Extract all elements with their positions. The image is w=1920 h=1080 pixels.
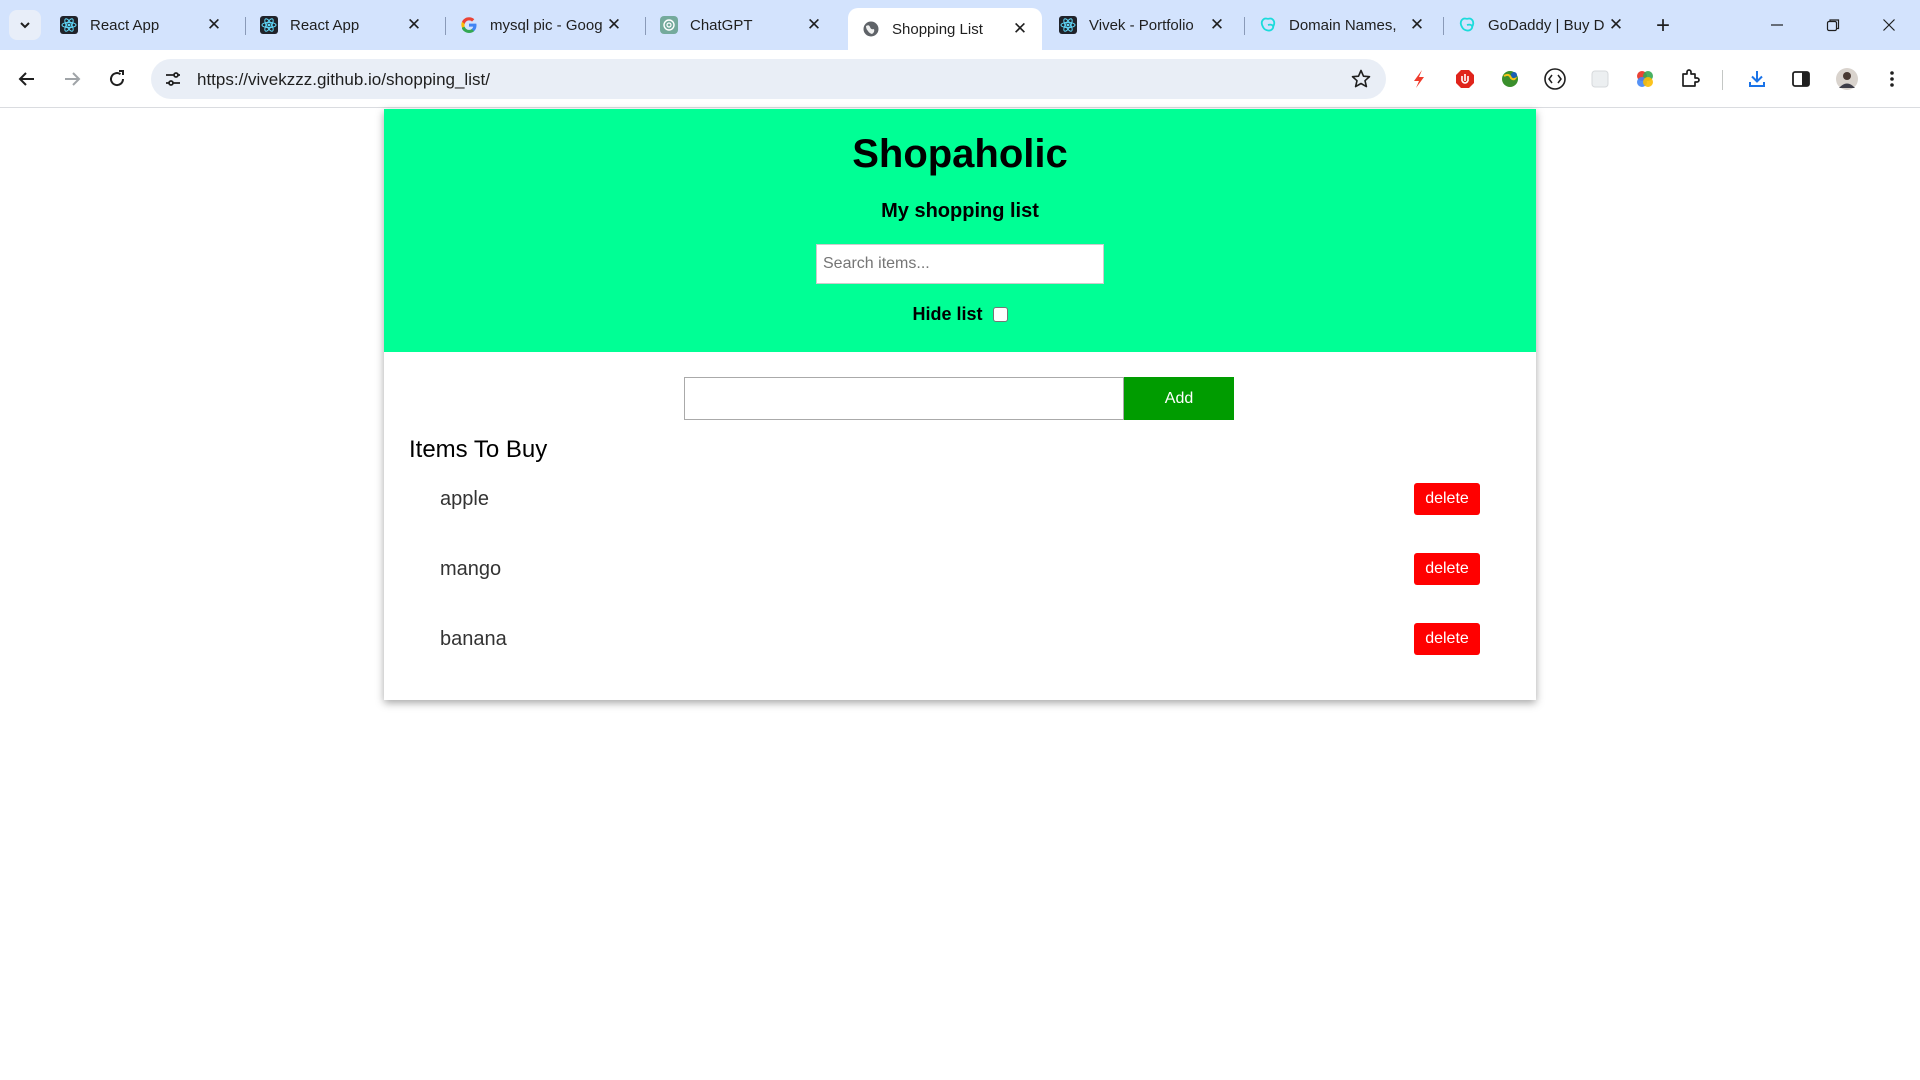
google-icon: [460, 16, 478, 34]
tab-godaddy[interactable]: GoDaddy | Buy D ✕: [1444, 8, 1638, 42]
close-icon[interactable]: ✕: [204, 15, 224, 35]
godaddy-icon: [1259, 16, 1277, 34]
add-button[interactable]: Add: [1124, 377, 1234, 420]
globe-icon: [862, 20, 880, 38]
page-subtitle: My shopping list: [881, 200, 1039, 222]
globe-extension-icon[interactable]: [1498, 67, 1522, 91]
godaddy-icon: [1458, 16, 1476, 34]
new-tab-button[interactable]: +: [1650, 12, 1676, 39]
close-icon[interactable]: ✕: [1207, 15, 1227, 35]
item-label: banana: [440, 628, 507, 650]
star-icon[interactable]: [1350, 68, 1372, 90]
close-icon: [1883, 19, 1895, 31]
item-label: apple: [440, 488, 489, 510]
add-item-input[interactable]: [684, 377, 1124, 420]
tab-vivek-portfolio[interactable]: Vivek - Portfolio ✕: [1045, 8, 1239, 42]
close-window-button[interactable]: [1866, 10, 1912, 40]
search-input[interactable]: [816, 244, 1104, 284]
close-icon[interactable]: ✕: [604, 15, 624, 35]
minimize-button[interactable]: [1754, 10, 1800, 40]
hide-list-checkbox[interactable]: [992, 307, 1008, 322]
tab-strip: React App ✕ React App ✕ mysql pic - Goog…: [0, 0, 1920, 50]
extensions-puzzle-icon[interactable]: [1678, 67, 1702, 91]
delete-button[interactable]: delete: [1414, 623, 1480, 655]
tab-title: GoDaddy | Buy D: [1488, 16, 1605, 34]
tab-title: React App: [90, 16, 160, 34]
tab-title: Shopping List: [892, 20, 983, 38]
tab-react-app-1[interactable]: React App ✕: [46, 8, 236, 42]
tab-title: Domain Names,: [1289, 16, 1397, 34]
chevron-down-icon: [20, 22, 30, 29]
adblock-extension-icon[interactable]: [1453, 67, 1477, 91]
tab-mysql-pic[interactable]: mysql pic - Goog ✕: [446, 8, 636, 42]
page-title: Shopaholic: [852, 132, 1068, 176]
site-settings-icon[interactable]: [163, 69, 183, 89]
shopping-list-app: Shopaholic My shopping list Hide list Ad…: [384, 109, 1536, 700]
tab-search-button[interactable]: [9, 10, 41, 40]
tab-chatgpt[interactable]: ChatGPT ✕: [646, 8, 836, 42]
tab-react-app-2[interactable]: React App ✕: [246, 8, 436, 42]
tab-shopping-list[interactable]: Shopping List ✕: [848, 8, 1042, 50]
close-icon[interactable]: ✕: [1407, 15, 1427, 35]
placeholder-extension-icon[interactable]: [1588, 67, 1612, 91]
react-icon: [260, 16, 278, 34]
chatgpt-icon: [660, 16, 678, 34]
close-icon[interactable]: ✕: [1606, 15, 1626, 35]
toolbar-divider: [1722, 70, 1723, 90]
close-icon[interactable]: ✕: [1010, 19, 1030, 39]
tab-title: ChatGPT: [690, 16, 753, 34]
forward-button[interactable]: [56, 63, 88, 95]
tab-title: Vivek - Portfolio: [1089, 16, 1194, 34]
close-icon[interactable]: ✕: [404, 15, 424, 35]
tab-title: mysql pic - Goog: [490, 16, 603, 34]
react-icon: [60, 16, 78, 34]
download-icon[interactable]: [1745, 67, 1769, 91]
arrow-right-icon: [65, 72, 81, 86]
hide-list-row: Hide list: [384, 304, 1536, 325]
close-icon[interactable]: ✕: [804, 15, 824, 35]
react-icon: [1059, 16, 1077, 34]
minimize-icon: [1771, 24, 1783, 26]
delete-button[interactable]: delete: [1414, 553, 1480, 585]
list-item: mango delete: [440, 553, 1480, 587]
code-extension-icon[interactable]: [1543, 67, 1567, 91]
side-panel-icon[interactable]: [1789, 67, 1813, 91]
more-options-icon[interactable]: [1880, 67, 1904, 91]
reload-icon: [110, 70, 125, 87]
app-header: Shopaholic My shopping list Hide list: [384, 109, 1536, 352]
list-item: apple delete: [440, 483, 1480, 517]
color-picker-extension-icon[interactable]: [1633, 67, 1657, 91]
reload-button[interactable]: [101, 63, 133, 95]
list-heading: Items To Buy: [409, 436, 548, 463]
item-label: mango: [440, 558, 502, 580]
delete-button[interactable]: delete: [1414, 483, 1480, 515]
address-bar[interactable]: https://vivekzzz.github.io/shopping_list…: [151, 59, 1386, 99]
hide-list-label: Hide list: [912, 304, 983, 324]
lightning-extension-icon[interactable]: [1407, 67, 1431, 91]
browser-toolbar: https://vivekzzz.github.io/shopping_list…: [0, 50, 1920, 108]
arrow-left-icon: [18, 72, 34, 86]
list-item: banana delete: [440, 623, 1480, 657]
back-button[interactable]: [11, 63, 43, 95]
restore-button[interactable]: [1810, 10, 1856, 40]
url-text[interactable]: https://vivekzzz.github.io/shopping_list…: [197, 70, 490, 90]
restore-icon: [1826, 19, 1840, 32]
tab-title: React App: [290, 16, 360, 34]
tab-domain-names[interactable]: Domain Names, ✕: [1245, 8, 1439, 42]
profile-avatar[interactable]: [1835, 67, 1859, 91]
